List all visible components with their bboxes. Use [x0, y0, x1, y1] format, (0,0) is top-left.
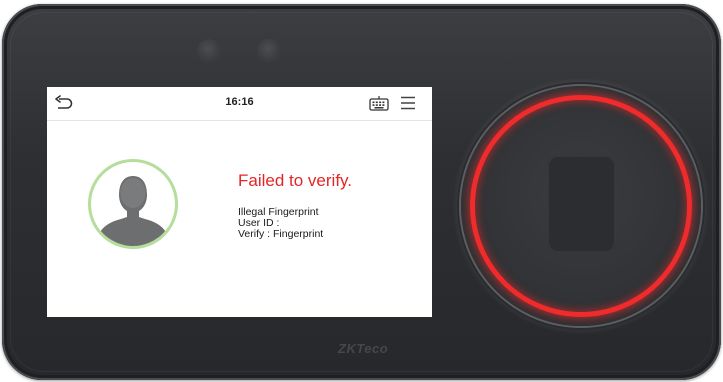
display-screen: 16:16 Failed to verify. Illegal Fingerpr… [47, 87, 432, 317]
verification-result-title: Failed to verify. [238, 171, 353, 190]
camera-lens-right [257, 39, 281, 63]
verification-detail-method: Verify : Fingerprint [238, 228, 324, 240]
keyboard-icon[interactable] [369, 95, 389, 111]
user-avatar [88, 159, 178, 249]
fingerprint-sensor[interactable] [461, 86, 701, 326]
user-silhouette-icon [95, 176, 171, 246]
brand-logo: ZKTeco [338, 341, 389, 356]
status-bar: 16:16 [47, 87, 432, 121]
terminal-device: 16:16 Failed to verify. Illegal Fingerpr… [2, 4, 721, 380]
fingerprint-pad[interactable] [548, 156, 615, 252]
camera-lens-left [197, 39, 221, 63]
menu-icon[interactable] [400, 96, 416, 110]
